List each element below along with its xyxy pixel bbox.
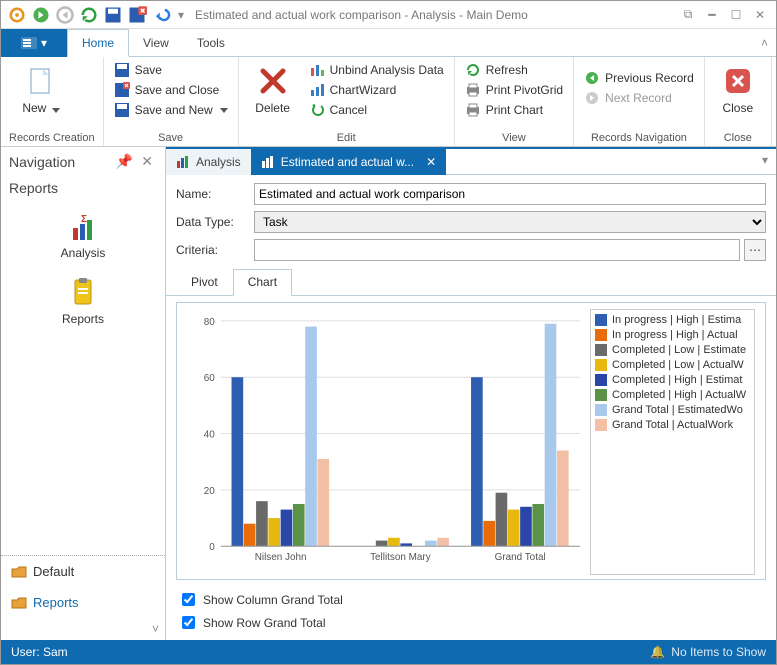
show-col-total-checkbox[interactable]: Show Column Grand Total: [178, 590, 764, 609]
name-label: Name:: [176, 187, 246, 201]
legend-item[interactable]: Grand Total | EstimatedWo: [595, 404, 750, 416]
nav-analysis[interactable]: Σ Analysis: [61, 214, 106, 260]
type-field[interactable]: Task: [254, 211, 766, 233]
maximize-icon[interactable]: ☐: [726, 5, 746, 25]
chart-plot: 0 20 40 60 80 Nilsen John Tellitson Mary Grand …: [187, 309, 584, 575]
criteria-ellipsis-button[interactable]: ⋯: [744, 239, 766, 261]
close-window-icon[interactable]: ✕: [750, 5, 770, 25]
save-quick-icon[interactable]: [103, 5, 123, 25]
status-right: No Items to Show: [671, 645, 766, 659]
svg-text:Tellitson Mary: Tellitson Mary: [370, 552, 431, 563]
legend-item[interactable]: In progress | High | Estima: [595, 314, 750, 326]
group-close: Close: [713, 130, 763, 144]
dock-icon[interactable]: ⧉: [678, 5, 698, 25]
settings-gear-icon[interactable]: [7, 5, 27, 25]
svg-text:0: 0: [209, 542, 215, 553]
ribbon: New Records Creation Save Save and Close…: [1, 57, 776, 147]
name-field[interactable]: [254, 183, 766, 205]
title-bar: ▾ Estimated and actual work comparison -…: [1, 1, 776, 29]
refresh-button[interactable]: Refresh: [463, 61, 565, 79]
nav-title: Navigation: [9, 154, 112, 170]
nav-section: Reports: [1, 176, 165, 200]
subtab-chart[interactable]: Chart: [233, 269, 292, 296]
navigation-panel: Navigation 📌 ✕ Reports Σ Analysis Report…: [1, 147, 166, 640]
svg-text:20: 20: [204, 486, 216, 497]
doctab-menu-icon[interactable]: ▾: [754, 149, 776, 175]
close-nav-icon[interactable]: ✕: [137, 153, 157, 170]
unbind-button[interactable]: Unbind Analysis Data: [307, 61, 446, 79]
tab-view[interactable]: View: [129, 29, 183, 57]
legend-item[interactable]: Completed | Low | Estimate: [595, 344, 750, 356]
svg-text:60: 60: [204, 373, 216, 384]
ribbon-tabstrip: ▾ Home View Tools ˄: [1, 29, 776, 57]
legend-item[interactable]: Completed | High | ActualW: [595, 389, 750, 401]
save-button[interactable]: Save: [112, 61, 230, 79]
legend-item[interactable]: Completed | Low | ActualW: [595, 359, 750, 371]
file-tab[interactable]: ▾: [1, 29, 67, 57]
chart-legend: In progress | High | Estima In progress |…: [590, 309, 755, 575]
delete-button[interactable]: Delete: [247, 61, 299, 115]
saveclose-quick-icon[interactable]: [127, 5, 147, 25]
svg-text:Nilsen John: Nilsen John: [255, 552, 307, 563]
subtab-pivot[interactable]: Pivot: [176, 269, 233, 295]
svg-text:Σ: Σ: [81, 214, 87, 225]
group-save: Save: [112, 130, 230, 144]
svg-text:Grand Total: Grand Total: [495, 552, 546, 563]
legend-item[interactable]: Completed | High | Estimat: [595, 374, 750, 386]
print-pivot-button[interactable]: Print PivotGrid: [463, 81, 565, 99]
save-close-button[interactable]: Save and Close: [112, 81, 230, 99]
group-nav: Records Navigation: [582, 130, 696, 144]
legend-item[interactable]: Grand Total | ActualWork: [595, 419, 750, 431]
doctab-current[interactable]: Estimated and actual w...✕: [251, 149, 446, 175]
svg-text:80: 80: [204, 317, 216, 328]
go-forward-icon[interactable]: [31, 5, 51, 25]
window-title: Estimated and actual work comparison - A…: [191, 8, 674, 22]
doctab-close-icon[interactable]: ✕: [420, 155, 436, 169]
status-user: User: Sam: [11, 645, 68, 659]
chartwizard-button[interactable]: ChartWizard: [307, 81, 446, 99]
prev-record-button[interactable]: Previous Record: [582, 69, 696, 87]
save-new-button[interactable]: Save and New: [112, 101, 230, 119]
show-row-total-checkbox[interactable]: Show Row Grand Total: [178, 613, 764, 632]
nav-reports[interactable]: Reports: [62, 276, 104, 326]
nav-reports-acc[interactable]: Reports: [1, 587, 165, 618]
tab-home[interactable]: Home: [67, 29, 129, 57]
svg-text:40: 40: [204, 430, 216, 441]
print-chart-button[interactable]: Print Chart: [463, 101, 565, 119]
group-records-creation: Records Creation: [9, 130, 95, 144]
new-button[interactable]: New: [9, 61, 73, 115]
doctab-analysis[interactable]: Analysis: [166, 149, 251, 175]
minimize-icon[interactable]: ━: [702, 5, 722, 25]
criteria-label: Criteria:: [176, 243, 246, 257]
next-record-button: Next Record: [582, 89, 696, 107]
undo-icon[interactable]: [151, 5, 171, 25]
close-doc-button[interactable]: Close: [713, 61, 763, 115]
qat-dropdown-icon[interactable]: ▾: [175, 5, 187, 25]
status-bar: User: Sam 🔔 No Items to Show: [1, 640, 776, 664]
main-content: Analysis Estimated and actual w...✕ ▾ Na…: [166, 147, 776, 640]
criteria-field[interactable]: [254, 239, 740, 261]
legend-item[interactable]: In progress | High | Actual: [595, 329, 750, 341]
collapse-ribbon-icon[interactable]: ˄: [753, 32, 776, 54]
bell-icon[interactable]: 🔔: [650, 645, 671, 659]
refresh-icon[interactable]: [79, 5, 99, 25]
tab-tools[interactable]: Tools: [183, 29, 239, 57]
type-label: Data Type:: [176, 215, 246, 229]
group-view: View: [463, 130, 565, 144]
nav-default[interactable]: Default: [1, 556, 165, 587]
group-edit: Edit: [247, 130, 446, 144]
pin-icon[interactable]: 📌: [112, 153, 137, 170]
go-back-icon[interactable]: [55, 5, 75, 25]
cancel-button[interactable]: Cancel: [307, 101, 446, 119]
nav-expand-icon[interactable]: ˅: [1, 618, 165, 640]
